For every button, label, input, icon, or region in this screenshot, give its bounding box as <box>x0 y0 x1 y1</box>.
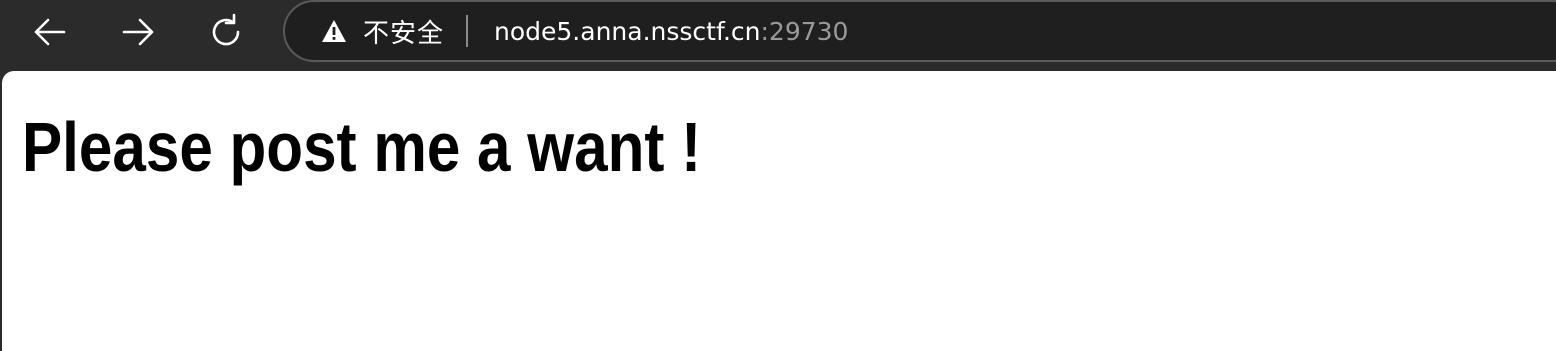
url-host: node5.anna.nssctf.cn <box>494 16 761 46</box>
forward-button[interactable] <box>116 10 160 54</box>
page-heading: Please post me a want ! <box>22 108 702 186</box>
browser-toolbar: 不安全 node5.anna.nssctf.cn:29730 <box>0 0 1556 70</box>
address-divider <box>466 15 469 47</box>
page-content: Please post me a want ! <box>2 71 1556 351</box>
warning-triangle-icon <box>322 20 346 42</box>
reload-button[interactable] <box>204 10 248 54</box>
url-text[interactable]: node5.anna.nssctf.cn:29730 <box>494 17 848 46</box>
address-bar[interactable]: 不安全 node5.anna.nssctf.cn:29730 <box>283 0 1556 62</box>
security-indicator[interactable]: 不安全 <box>321 2 444 60</box>
reload-icon <box>212 13 240 46</box>
forward-arrow-icon <box>122 18 154 46</box>
back-button[interactable] <box>28 10 72 54</box>
security-label: 不安全 <box>363 18 445 49</box>
back-arrow-icon <box>34 18 66 46</box>
url-port: :29730 <box>760 16 849 46</box>
